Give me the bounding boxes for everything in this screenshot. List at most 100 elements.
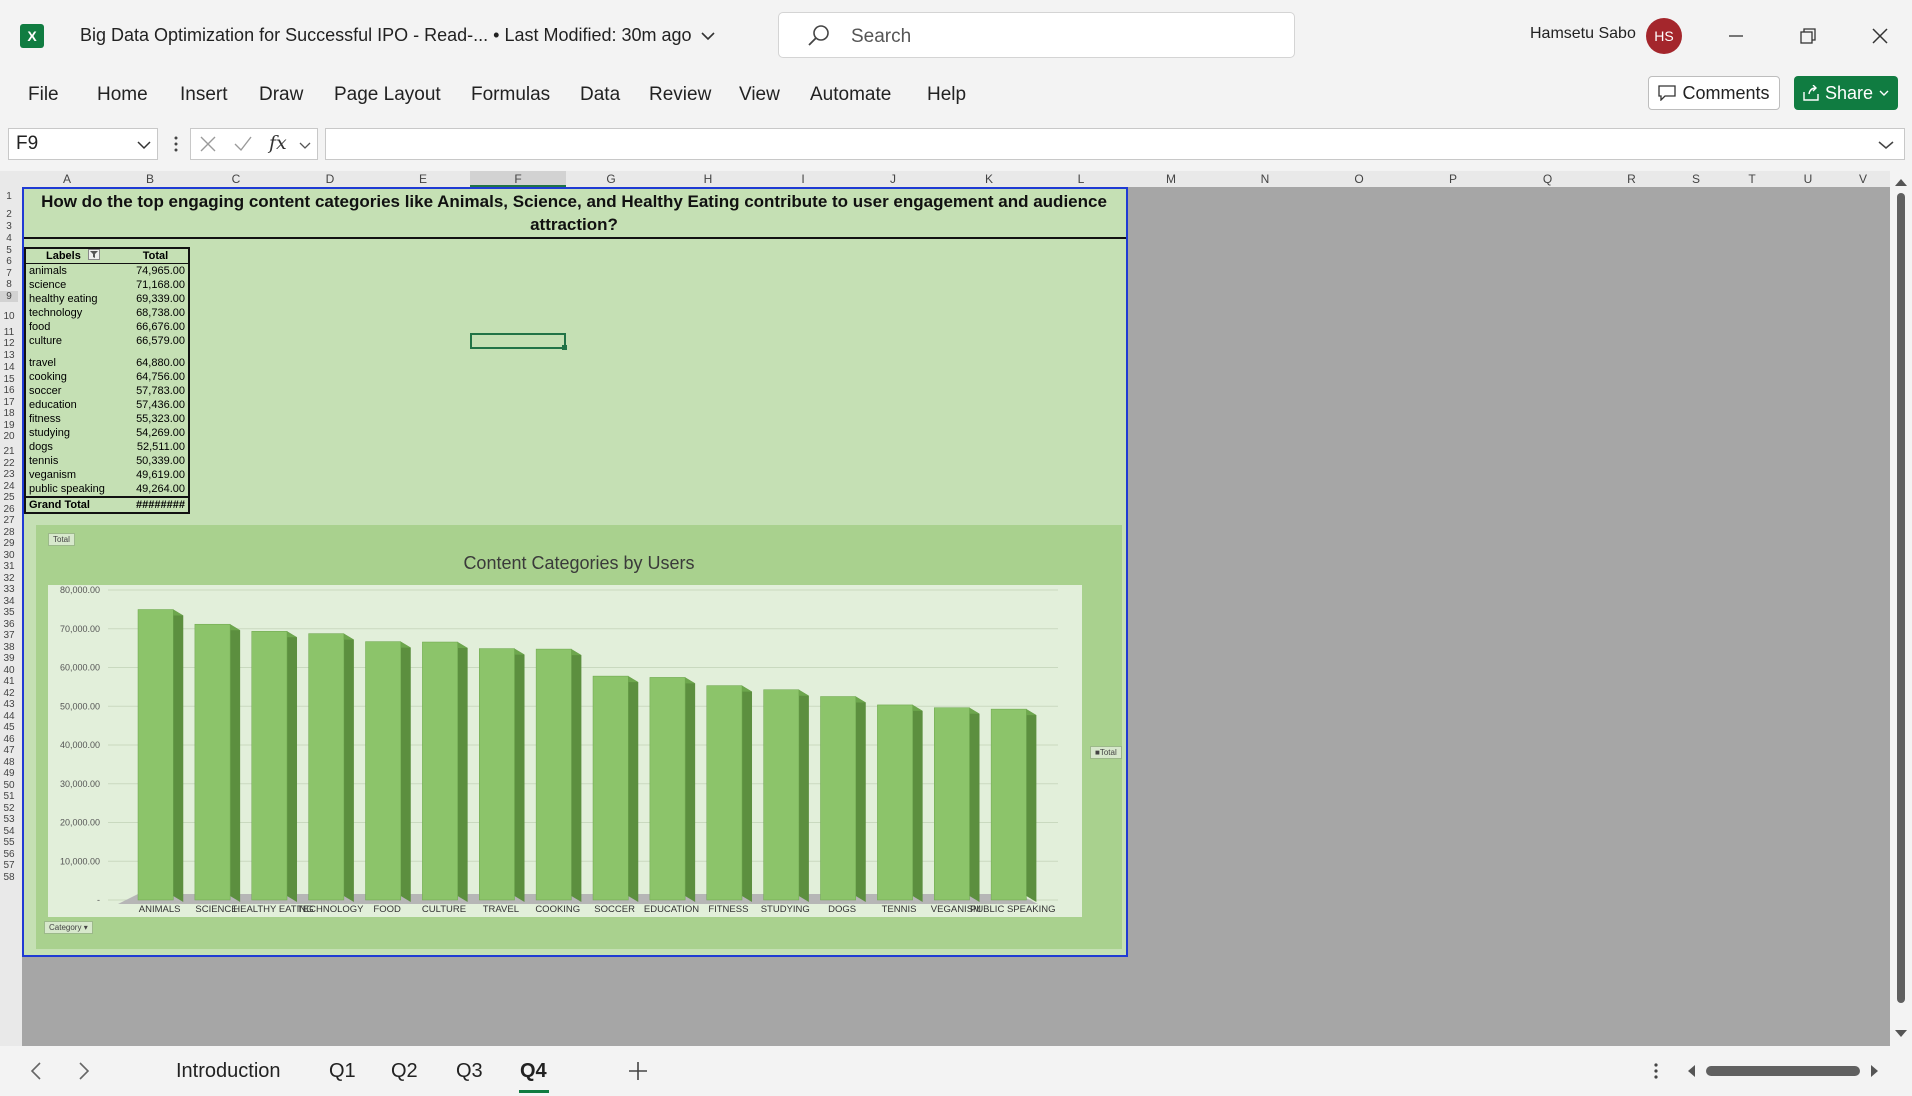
pivot-row-label[interactable]: culture (25, 334, 123, 348)
pivot-row-label[interactable]: dogs (25, 440, 123, 454)
category-field-button[interactable]: Category ▾ (44, 921, 93, 934)
row-header-8[interactable]: 8 (0, 279, 18, 290)
pivot-row-total[interactable]: 52,511.00 (123, 440, 189, 454)
scroll-left-icon[interactable] (1686, 1064, 1696, 1078)
pivot-row-total[interactable]: 49,264.00 (123, 482, 189, 497)
expand-formula-bar-icon[interactable] (1878, 140, 1894, 150)
menu-automate[interactable]: Automate (810, 84, 891, 106)
column-header-r[interactable]: R (1595, 171, 1668, 187)
table-row[interactable]: fitness 55,323.00 (25, 412, 189, 426)
pivot-row-total[interactable]: 55,323.00 (123, 412, 189, 426)
row-header-20[interactable]: 20 (0, 431, 18, 442)
pivot-row-label[interactable]: fitness (25, 412, 123, 426)
document-title[interactable]: Big Data Optimization for Successful IPO… (80, 25, 715, 46)
column-header-o[interactable]: O (1312, 171, 1406, 187)
row-header-21[interactable]: 21 (0, 446, 18, 457)
share-button[interactable]: Share (1794, 76, 1898, 110)
column-header-d[interactable]: D (284, 171, 376, 187)
tab-q1[interactable]: Q1 (329, 1060, 356, 1083)
row-header-53[interactable]: 53 (0, 814, 18, 825)
restore-button[interactable] (1788, 18, 1828, 54)
pivot-row-label[interactable]: studying (25, 426, 123, 440)
row-header-11[interactable]: 11 (0, 327, 18, 338)
pivot-header-labels[interactable]: Labels (25, 248, 123, 264)
row-header-9[interactable]: 9 (0, 291, 18, 302)
pivot-row-label[interactable]: food (25, 320, 123, 334)
row-header-27[interactable]: 27 (0, 515, 18, 526)
row-header-47[interactable]: 47 (0, 745, 18, 756)
row-header-57[interactable]: 57 (0, 860, 18, 871)
row-header-42[interactable]: 42 (0, 688, 18, 699)
pivot-row-total[interactable]: 64,756.00 (123, 370, 189, 384)
row-header-22[interactable]: 22 (0, 458, 18, 469)
row-header-58[interactable]: 58 (0, 872, 18, 883)
table-row[interactable]: dogs 52,511.00 (25, 440, 189, 454)
tab-q3[interactable]: Q3 (456, 1060, 483, 1083)
pivot-row-label[interactable]: animals (25, 264, 123, 279)
enter-icon[interactable] (233, 135, 253, 153)
column-header-l[interactable]: L (1038, 171, 1124, 187)
column-header-p[interactable]: P (1406, 171, 1500, 187)
pivot-row-label[interactable]: veganism (25, 468, 123, 482)
row-header-40[interactable]: 40 (0, 665, 18, 676)
table-row[interactable]: studying 54,269.00 (25, 426, 189, 440)
row-header-39[interactable]: 39 (0, 653, 18, 664)
row-header-14[interactable]: 14 (0, 362, 18, 373)
scroll-down-icon[interactable] (1894, 1029, 1908, 1039)
row-header-52[interactable]: 52 (0, 803, 18, 814)
pivot-row-total[interactable]: 64,880.00 (123, 348, 189, 370)
pivot-row-label[interactable]: science (25, 278, 123, 292)
grand-total-label[interactable]: Grand Total (25, 496, 123, 513)
horizontal-scroll-thumb[interactable] (1706, 1066, 1860, 1076)
row-header-54[interactable]: 54 (0, 826, 18, 837)
next-sheet-icon[interactable] (78, 1062, 90, 1080)
column-header-q[interactable]: Q (1500, 171, 1595, 187)
table-row[interactable]: science 71,168.00 (25, 278, 189, 292)
row-header-37[interactable]: 37 (0, 630, 18, 641)
fill-handle[interactable] (562, 345, 567, 350)
table-row[interactable]: healthy eating 69,339.00 (25, 292, 189, 306)
row-header-45[interactable]: 45 (0, 722, 18, 733)
vertical-scroll-thumb[interactable] (1897, 193, 1905, 1003)
column-header-e[interactable]: E (376, 171, 470, 187)
row-header-28[interactable]: 28 (0, 527, 18, 538)
table-row[interactable]: food 66,676.00 (25, 320, 189, 334)
horizontal-scrollbar[interactable] (1686, 1062, 1882, 1080)
row-header-41[interactable]: 41 (0, 676, 18, 687)
row-header-18[interactable]: 18 (0, 408, 18, 419)
search-box[interactable]: Search (778, 12, 1295, 58)
pivot-row-label[interactable]: technology (25, 306, 123, 320)
chevron-down-icon[interactable] (299, 142, 311, 150)
add-sheet-icon[interactable] (628, 1061, 648, 1081)
table-row[interactable]: tennis 50,339.00 (25, 454, 189, 468)
row-header-2[interactable]: 2 (0, 209, 18, 220)
row-header-49[interactable]: 49 (0, 768, 18, 779)
row-header-16[interactable]: 16 (0, 385, 18, 396)
more-options-icon[interactable] (173, 135, 179, 153)
row-header-31[interactable]: 31 (0, 561, 18, 572)
row-header-17[interactable]: 17 (0, 397, 18, 408)
row-header-43[interactable]: 43 (0, 699, 18, 710)
column-header-h[interactable]: H (656, 171, 760, 187)
menu-help[interactable]: Help (927, 84, 966, 106)
column-header-s[interactable]: S (1668, 171, 1724, 187)
column-header-k[interactable]: K (940, 171, 1038, 187)
row-header-38[interactable]: 38 (0, 642, 18, 653)
table-row[interactable]: culture 66,579.00 (25, 334, 189, 348)
column-header-v[interactable]: V (1836, 171, 1890, 187)
row-header-24[interactable]: 24 (0, 481, 18, 492)
insert-function-icon[interactable]: fx (269, 132, 287, 154)
row-header-12[interactable]: 12 (0, 338, 18, 349)
table-row[interactable]: soccer 57,783.00 (25, 384, 189, 398)
row-header-29[interactable]: 29 (0, 538, 18, 549)
column-header-b[interactable]: B (112, 171, 188, 187)
menu-home[interactable]: Home (97, 84, 148, 106)
menu-formulas[interactable]: Formulas (471, 84, 550, 106)
previous-sheet-icon[interactable] (30, 1062, 42, 1080)
pivot-chart[interactable]: Total Content Categories by Users - 10,00… (36, 525, 1122, 949)
row-header-34[interactable]: 34 (0, 596, 18, 607)
scroll-up-icon[interactable] (1894, 177, 1908, 187)
column-header-g[interactable]: G (566, 171, 656, 187)
menu-draw[interactable]: Draw (259, 84, 303, 106)
pivot-row-total[interactable]: 54,269.00 (123, 426, 189, 440)
